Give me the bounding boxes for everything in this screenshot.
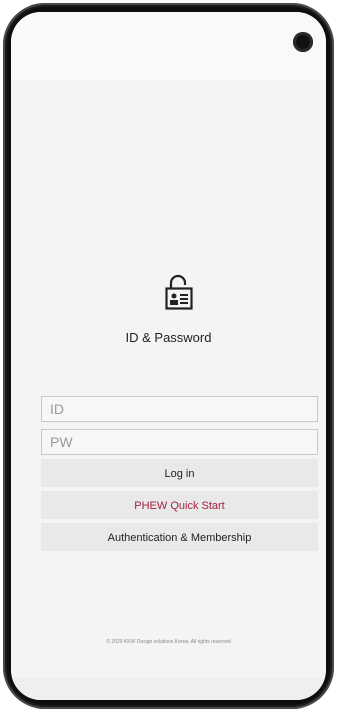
- id-field[interactable]: [41, 396, 318, 422]
- login-button[interactable]: Log in: [41, 459, 318, 487]
- pw-input[interactable]: [42, 430, 317, 454]
- authentication-membership-button[interactable]: Authentication & Membership: [41, 523, 318, 551]
- front-camera: [293, 32, 313, 52]
- quick-start-button[interactable]: PHEW Quick Start: [41, 491, 318, 519]
- pw-field[interactable]: [41, 429, 318, 455]
- bottom-bar: [11, 678, 326, 700]
- login-title: ID & Password: [125, 330, 212, 345]
- status-bar: [11, 12, 326, 80]
- copyright-text: © 2020 KKW Design solutions Korea. All r…: [106, 639, 231, 645]
- unlocked-id-card-icon: [165, 274, 193, 310]
- id-input[interactable]: [42, 397, 317, 421]
- app-screen: ID & Password Log in PHEW Quick Start Au…: [11, 12, 326, 700]
